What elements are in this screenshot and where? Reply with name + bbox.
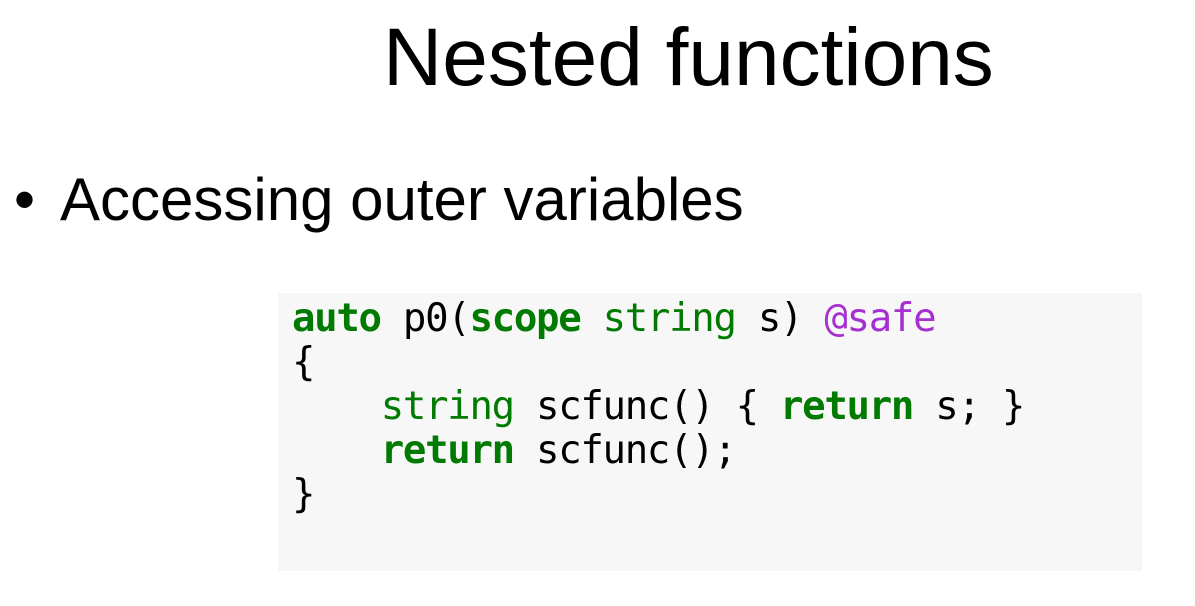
code-token: { <box>292 340 315 385</box>
code-block: auto p0(scope string s) @safe{ string sc… <box>278 293 1142 571</box>
code-token: s; } <box>913 384 1025 429</box>
code-token: @safe <box>824 296 936 341</box>
slide-title: Nested functions <box>383 12 994 103</box>
bullet-item: • Accessing outer variables <box>14 160 744 240</box>
code-line: return scfunc(); <box>292 429 1024 473</box>
code-token: scope <box>469 296 581 341</box>
code-token: string <box>602 296 737 341</box>
code-token: return <box>780 384 914 429</box>
code-token: scfunc() { <box>513 384 780 429</box>
code-token: } <box>292 472 315 517</box>
bullet-dot: • <box>14 166 36 233</box>
code-token: p0( <box>380 296 471 341</box>
code-token: auto <box>292 296 382 341</box>
code-line: { <box>292 341 1024 385</box>
code-line: auto p0(scope string s) @safe <box>292 297 1024 341</box>
code-token: string <box>380 384 515 429</box>
code-token: scfunc(); <box>513 428 737 473</box>
bullet-text: Accessing outer variables <box>60 166 744 233</box>
code-listing: auto p0(scope string s) @safe{ string sc… <box>292 297 1026 517</box>
code-line: } <box>292 473 1024 517</box>
code-token: return <box>380 428 515 473</box>
code-line: string scfunc() { return s; } <box>292 384 1026 429</box>
code-token: s) <box>735 296 825 341</box>
